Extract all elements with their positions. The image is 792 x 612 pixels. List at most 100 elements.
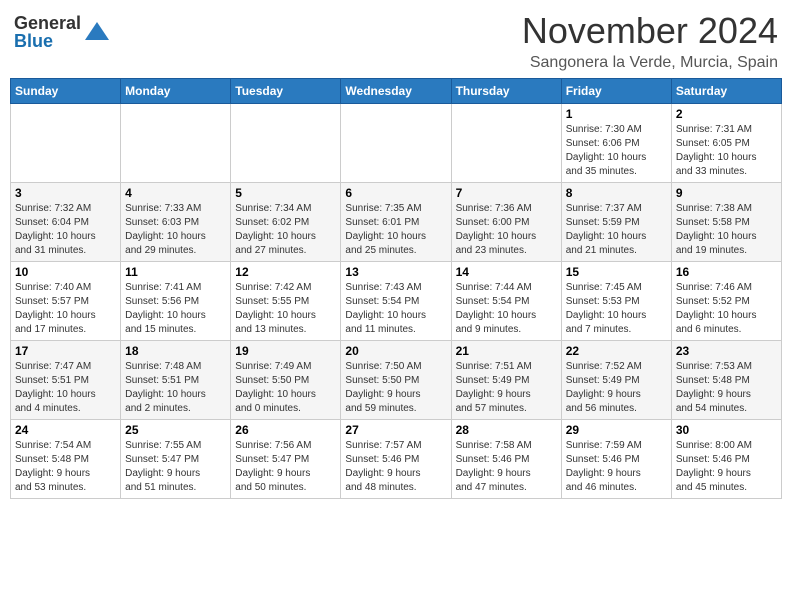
day-info: Sunrise: 7:44 AM Sunset: 5:54 PM Dayligh… <box>456 281 557 337</box>
calendar-cell: 14 Sunrise: 7:44 AM Sunset: 5:54 PM Dayli… <box>451 262 561 341</box>
day-info: Sunrise: 7:53 AM Sunset: 5:48 PM Dayligh… <box>676 360 777 416</box>
day-info: Sunrise: 7:55 AM Sunset: 5:47 PM Dayligh… <box>125 439 226 495</box>
calendar-cell <box>11 104 121 183</box>
day-info: Sunrise: 7:45 AM Sunset: 5:53 PM Dayligh… <box>566 281 667 337</box>
day-info: Sunrise: 7:42 AM Sunset: 5:55 PM Dayligh… <box>235 281 336 337</box>
calendar-week-row: 10Sunrise: 7:40 AM Sunset: 5:57 PM Dayli… <box>11 262 782 341</box>
calendar-cell <box>451 104 561 183</box>
day-number: 7 <box>456 186 557 200</box>
calendar-cell: 4 Sunrise: 7:33 AM Sunset: 6:03 PM Daylig… <box>121 183 231 262</box>
day-number: 15 <box>566 265 667 279</box>
calendar-cell: 26 Sunrise: 7:56 AM Sunset: 5:47 PM Dayli… <box>231 420 341 499</box>
day-info: Sunrise: 7:51 AM Sunset: 5:49 PM Dayligh… <box>456 360 557 416</box>
calendar-cell: 28 Sunrise: 7:58 AM Sunset: 5:46 PM Dayli… <box>451 420 561 499</box>
day-number: 16 <box>676 265 777 279</box>
day-info: Sunrise: 7:34 AM Sunset: 6:02 PM Dayligh… <box>235 202 336 258</box>
day-number: 27 <box>345 423 446 437</box>
location-title: Sangonera la Verde, Murcia, Spain <box>522 54 778 72</box>
calendar-cell: 20 Sunrise: 7:50 AM Sunset: 5:50 PM Dayli… <box>341 341 451 420</box>
day-info: Sunrise: 7:33 AM Sunset: 6:03 PM Dayligh… <box>125 202 226 258</box>
calendar-cell: 15 Sunrise: 7:45 AM Sunset: 5:53 PM Dayli… <box>561 262 671 341</box>
calendar-cell: 24 Sunrise: 7:54 AM Sunset: 5:48 PM Dayli… <box>11 420 121 499</box>
day-info: Sunrise: 7:54 AM Sunset: 5:48 PM Dayligh… <box>15 439 116 495</box>
weekday-header-thursday: Thursday <box>451 79 561 104</box>
day-info: Sunrise: 7:38 AM Sunset: 5:58 PM Dayligh… <box>676 202 777 258</box>
day-info: Sunrise: 7:30 AM Sunset: 6:06 PM Dayligh… <box>566 123 667 179</box>
day-number: 14 <box>456 265 557 279</box>
calendar-week-row: 17Sunrise: 7:47 AM Sunset: 5:51 PM Dayli… <box>11 341 782 420</box>
day-info: Sunrise: 7:40 AM Sunset: 5:57 PM Dayligh… <box>15 281 116 337</box>
logo-general-text: General <box>14 14 81 32</box>
day-number: 28 <box>456 423 557 437</box>
weekday-header-row: SundayMondayTuesdayWednesdayThursdayFrid… <box>11 79 782 104</box>
weekday-header-monday: Monday <box>121 79 231 104</box>
calendar-cell <box>341 104 451 183</box>
calendar-cell: 7 Sunrise: 7:36 AM Sunset: 6:00 PM Daylig… <box>451 183 561 262</box>
logo: General Blue <box>14 14 111 50</box>
day-number: 20 <box>345 344 446 358</box>
month-title: November 2024 <box>522 10 778 52</box>
day-number: 11 <box>125 265 226 279</box>
calendar-cell: 12 Sunrise: 7:42 AM Sunset: 5:55 PM Dayli… <box>231 262 341 341</box>
day-info: Sunrise: 7:50 AM Sunset: 5:50 PM Dayligh… <box>345 360 446 416</box>
weekday-header-sunday: Sunday <box>11 79 121 104</box>
calendar-cell: 29 Sunrise: 7:59 AM Sunset: 5:46 PM Dayli… <box>561 420 671 499</box>
day-number: 29 <box>566 423 667 437</box>
calendar-cell: 21 Sunrise: 7:51 AM Sunset: 5:49 PM Dayli… <box>451 341 561 420</box>
calendar-cell: 30Sunrise: 8:00 AM Sunset: 5:46 PM Dayli… <box>671 420 781 499</box>
day-info: Sunrise: 7:56 AM Sunset: 5:47 PM Dayligh… <box>235 439 336 495</box>
calendar-week-row: 24 Sunrise: 7:54 AM Sunset: 5:48 PM Dayli… <box>11 420 782 499</box>
day-info: Sunrise: 7:41 AM Sunset: 5:56 PM Dayligh… <box>125 281 226 337</box>
day-number: 25 <box>125 423 226 437</box>
day-number: 8 <box>566 186 667 200</box>
day-number: 13 <box>345 265 446 279</box>
logo-blue-text: Blue <box>14 32 81 50</box>
day-info: Sunrise: 7:32 AM Sunset: 6:04 PM Dayligh… <box>15 202 116 258</box>
calendar-cell: 11 Sunrise: 7:41 AM Sunset: 5:56 PM Dayli… <box>121 262 231 341</box>
day-info: Sunrise: 7:58 AM Sunset: 5:46 PM Dayligh… <box>456 439 557 495</box>
calendar-cell <box>231 104 341 183</box>
calendar-week-row: 3 Sunrise: 7:32 AM Sunset: 6:04 PM Daylig… <box>11 183 782 262</box>
calendar-cell: 9 Sunrise: 7:38 AM Sunset: 5:58 PM Daylig… <box>671 183 781 262</box>
calendar-cell: 2Sunrise: 7:31 AM Sunset: 6:05 PM Daylig… <box>671 104 781 183</box>
day-number: 19 <box>235 344 336 358</box>
calendar-cell: 17Sunrise: 7:47 AM Sunset: 5:51 PM Dayli… <box>11 341 121 420</box>
calendar-week-row: 1Sunrise: 7:30 AM Sunset: 6:06 PM Daylig… <box>11 104 782 183</box>
day-number: 30 <box>676 423 777 437</box>
logo-icon <box>83 18 111 46</box>
day-number: 6 <box>345 186 446 200</box>
calendar-cell: 8 Sunrise: 7:37 AM Sunset: 5:59 PM Daylig… <box>561 183 671 262</box>
calendar-cell: 23 Sunrise: 7:53 AM Sunset: 5:48 PM Dayli… <box>671 341 781 420</box>
weekday-header-saturday: Saturday <box>671 79 781 104</box>
calendar-cell: 18Sunrise: 7:48 AM Sunset: 5:51 PM Dayli… <box>121 341 231 420</box>
calendar-cell: 3 Sunrise: 7:32 AM Sunset: 6:04 PM Daylig… <box>11 183 121 262</box>
calendar-cell: 27Sunrise: 7:57 AM Sunset: 5:46 PM Dayli… <box>341 420 451 499</box>
calendar-cell: 10Sunrise: 7:40 AM Sunset: 5:57 PM Dayli… <box>11 262 121 341</box>
day-number: 12 <box>235 265 336 279</box>
day-info: Sunrise: 7:47 AM Sunset: 5:51 PM Dayligh… <box>15 360 116 416</box>
page-header: General Blue November 2024 Sangonera la … <box>10 10 782 72</box>
day-number: 26 <box>235 423 336 437</box>
day-info: Sunrise: 7:59 AM Sunset: 5:46 PM Dayligh… <box>566 439 667 495</box>
day-info: Sunrise: 7:36 AM Sunset: 6:00 PM Dayligh… <box>456 202 557 258</box>
weekday-header-wednesday: Wednesday <box>341 79 451 104</box>
weekday-header-tuesday: Tuesday <box>231 79 341 104</box>
day-number: 2 <box>676 107 777 121</box>
weekday-header-friday: Friday <box>561 79 671 104</box>
calendar-cell: 6 Sunrise: 7:35 AM Sunset: 6:01 PM Daylig… <box>341 183 451 262</box>
day-info: Sunrise: 7:37 AM Sunset: 5:59 PM Dayligh… <box>566 202 667 258</box>
day-number: 3 <box>15 186 116 200</box>
calendar-cell: 19Sunrise: 7:49 AM Sunset: 5:50 PM Dayli… <box>231 341 341 420</box>
calendar-cell: 13Sunrise: 7:43 AM Sunset: 5:54 PM Dayli… <box>341 262 451 341</box>
day-number: 9 <box>676 186 777 200</box>
calendar-cell: 22Sunrise: 7:52 AM Sunset: 5:49 PM Dayli… <box>561 341 671 420</box>
day-number: 23 <box>676 344 777 358</box>
title-block: November 2024 Sangonera la Verde, Murcia… <box>522 10 778 72</box>
day-number: 4 <box>125 186 226 200</box>
day-number: 24 <box>15 423 116 437</box>
calendar-table: SundayMondayTuesdayWednesdayThursdayFrid… <box>10 78 782 499</box>
day-number: 21 <box>456 344 557 358</box>
day-info: Sunrise: 7:46 AM Sunset: 5:52 PM Dayligh… <box>676 281 777 337</box>
day-info: Sunrise: 7:48 AM Sunset: 5:51 PM Dayligh… <box>125 360 226 416</box>
day-info: Sunrise: 7:35 AM Sunset: 6:01 PM Dayligh… <box>345 202 446 258</box>
